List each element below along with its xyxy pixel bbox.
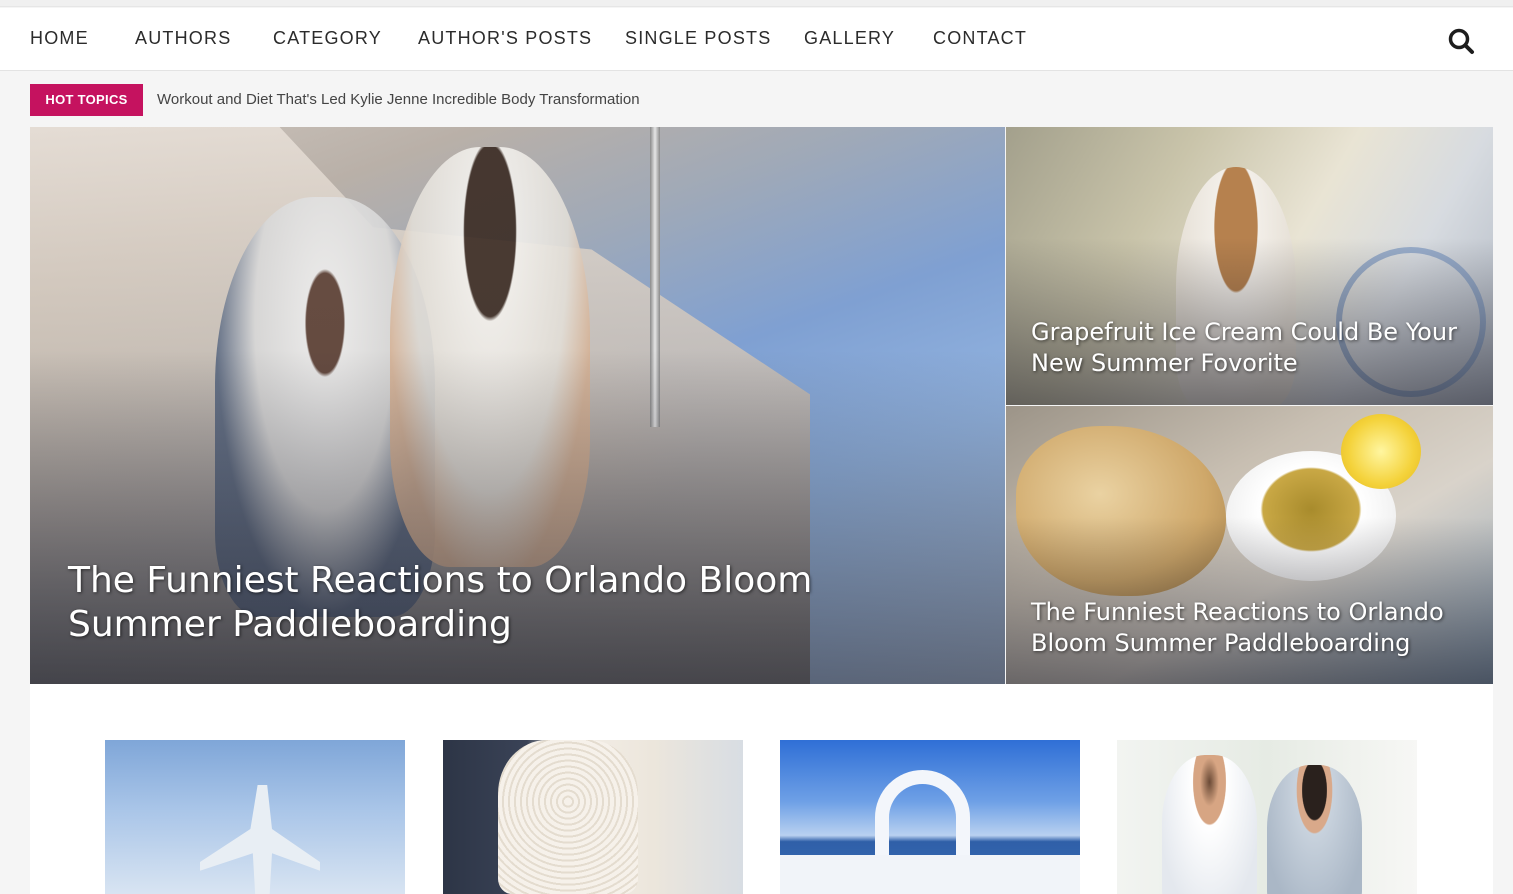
nav-home[interactable]: HOME: [30, 28, 89, 49]
nav-gallery[interactable]: GALLERY: [804, 28, 895, 49]
image-lemon: [1341, 414, 1421, 489]
nav-authors-posts[interactable]: AUTHOR'S POSTS: [418, 28, 592, 49]
image-wedding-dress: [498, 740, 638, 894]
search-icon[interactable]: [1446, 26, 1478, 58]
main-navbar: HOME AUTHORS CATEGORY AUTHOR'S POSTS SIN…: [0, 8, 1513, 71]
hot-topics-badge: HOT TOPICS: [30, 84, 143, 116]
hot-topics-headline[interactable]: Workout and Diet That's Led Kylie Jenne …: [157, 91, 640, 108]
post-thumbnail-airplane[interactable]: [105, 740, 405, 894]
nav-category[interactable]: CATEGORY: [273, 28, 382, 49]
featured-main-title[interactable]: The Funniest Reactions to Orlando Bloom …: [68, 559, 828, 647]
image-airplane: [200, 785, 320, 894]
featured-side-title-1[interactable]: Grapefruit Ice Cream Could Be Your New S…: [1031, 317, 1481, 379]
post-thumbnail-office[interactable]: [1117, 740, 1417, 894]
featured-side-card-2[interactable]: The Funniest Reactions to Orlando Bloom …: [1006, 406, 1493, 684]
image-wall: [780, 855, 1080, 894]
nav-single-posts[interactable]: SINGLE POSTS: [625, 28, 771, 49]
featured-main-card[interactable]: The Funniest Reactions to Orlando Bloom …: [30, 127, 1005, 684]
image-person-woman: [1267, 765, 1362, 894]
featured-side-title-2[interactable]: The Funniest Reactions to Orlando Bloom …: [1031, 597, 1481, 659]
featured-side-card-1[interactable]: Grapefruit Ice Cream Could Be Your New S…: [1006, 127, 1493, 405]
image-person-man: [1162, 755, 1257, 894]
nav-authors[interactable]: AUTHORS: [135, 28, 231, 49]
post-thumbnail-wedding[interactable]: [443, 740, 743, 894]
top-strip: [0, 0, 1513, 7]
nav-contact[interactable]: CONTACT: [933, 28, 1027, 49]
hot-topics-bar: HOT TOPICS Workout and Diet That's Led K…: [0, 72, 1513, 128]
post-thumbnail-santorini[interactable]: [780, 740, 1080, 894]
